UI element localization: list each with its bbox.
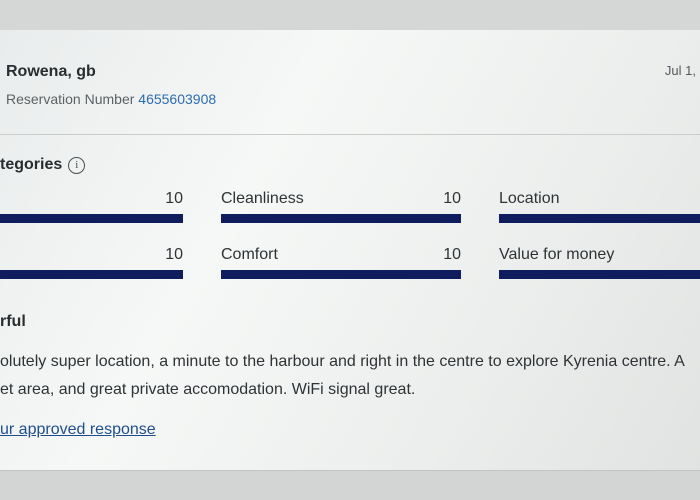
score-label: Comfort xyxy=(221,246,278,263)
score-bar-fill xyxy=(221,214,461,223)
score-label: Cleanliness xyxy=(221,190,304,207)
review-line: et area, and great private accomodation.… xyxy=(0,381,416,398)
score-item-comfort: Comfort 10 xyxy=(221,246,461,280)
review-title: rful xyxy=(0,313,26,330)
divider xyxy=(0,134,700,135)
review-date: Jul 1, xyxy=(664,63,696,78)
guest-name: Rowena, gb xyxy=(6,63,96,80)
top-strip xyxy=(0,0,700,31)
score-bar xyxy=(221,270,461,279)
score-item-staff: 10 xyxy=(0,190,183,224)
bottom-strip xyxy=(0,470,700,500)
score-bar xyxy=(0,214,183,223)
screen: Rowena, gb Reservation Number 4655603908… xyxy=(0,0,700,500)
score-bar-fill xyxy=(499,214,700,223)
score-value: 10 xyxy=(443,190,461,207)
score-item-cleanliness: Cleanliness 10 xyxy=(221,190,461,224)
score-bar-fill xyxy=(221,270,461,279)
review-text: olutely super location, a minute to the … xyxy=(0,348,700,404)
reservation-number-link[interactable]: 4655603908 xyxy=(138,91,216,107)
score-label: Value for money xyxy=(499,246,615,263)
score-value: 10 xyxy=(165,246,183,263)
score-bar xyxy=(499,270,700,279)
score-item-value-for-money: Value for money xyxy=(499,246,700,280)
score-bar xyxy=(0,270,183,279)
score-value: 10 xyxy=(443,246,461,263)
score-bar xyxy=(499,214,700,223)
score-bar xyxy=(221,214,461,223)
reservation-line: Reservation Number 4655603908 xyxy=(6,91,216,107)
score-label: Location xyxy=(499,190,560,207)
score-bar-fill xyxy=(499,270,700,279)
score-bar-fill xyxy=(0,214,183,223)
score-bar-fill xyxy=(0,270,183,279)
categories-title: tegories xyxy=(0,156,63,173)
score-item-facilities: 10 xyxy=(0,246,183,280)
review-line: olutely super location, a minute to the … xyxy=(0,353,685,370)
info-icon[interactable]: i xyxy=(68,156,86,174)
score-item-location: Location xyxy=(499,190,700,224)
categories-heading: tegories i xyxy=(0,156,86,174)
reservation-label: Reservation Number xyxy=(6,91,135,107)
score-value: 10 xyxy=(165,190,183,207)
approved-response-link[interactable]: ur approved response xyxy=(0,421,156,439)
